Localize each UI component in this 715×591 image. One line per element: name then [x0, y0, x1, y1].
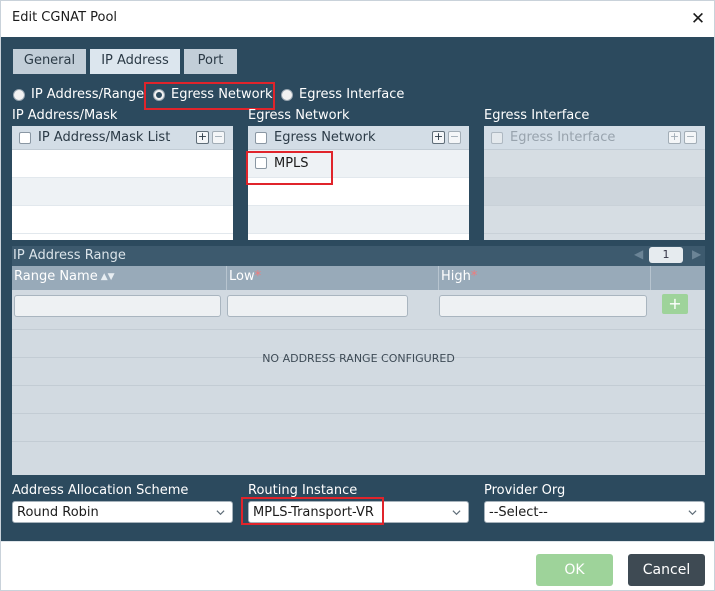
dialog-title-bar: Edit CGNAT Pool ✕ [1, 1, 714, 37]
tab-port[interactable]: Port [184, 49, 237, 74]
range-name-filter-input[interactable] [14, 295, 221, 317]
table-row-divider [12, 441, 705, 442]
range-title: IP Address Range [13, 248, 126, 263]
column-header-high: High* [441, 269, 478, 284]
list-item [248, 206, 469, 234]
minus-icon: − [684, 130, 697, 144]
ip-mask-list-header-label: IP Address/Mask List [38, 130, 171, 145]
chevron-down-icon [688, 510, 697, 516]
list-item [484, 150, 705, 178]
ip-mask-select-all-checkbox[interactable] [19, 132, 31, 144]
egress-interface-list-header-label: Egress Interface [510, 130, 616, 145]
table-row-divider [12, 329, 705, 330]
ip-address-range-panel: IP Address Range ◀ 1 ▶ Range Name ▲▼ Low*… [12, 246, 705, 475]
pager-prev-icon[interactable]: ◀ [634, 247, 643, 261]
range-title-bar: IP Address Range ◀ 1 ▶ [12, 246, 705, 266]
list-item [12, 178, 233, 206]
egress-network-select-all-checkbox[interactable] [255, 132, 267, 144]
list-item [12, 150, 233, 178]
add-range-button[interactable]: + [662, 294, 688, 314]
provider-org-select[interactable]: --Select-- [484, 501, 705, 523]
low-filter-input[interactable] [227, 295, 408, 317]
tab-general[interactable]: General [13, 49, 86, 74]
cancel-button[interactable]: Cancel [628, 554, 705, 586]
no-range-message: NO ADDRESS RANGE CONFIGURED [262, 352, 455, 365]
column-header-low: Low* [229, 269, 262, 284]
egress-network-list-header-label: Egress Network [274, 130, 376, 145]
pager-next-icon[interactable]: ▶ [692, 247, 701, 261]
address-type-radio-group: IP Address/Range Egress Network Egress I… [1, 86, 714, 108]
minus-icon[interactable]: − [212, 131, 225, 144]
egress-interface-list: Egress Interface + − [484, 126, 705, 240]
pager-page-number: 1 [649, 247, 683, 263]
plus-icon[interactable]: + [432, 131, 445, 144]
dialog-title: Edit CGNAT Pool [12, 10, 118, 25]
table-row-divider [12, 413, 705, 414]
tab-ip-address[interactable]: IP Address [90, 49, 180, 74]
radio-ip-address-range[interactable] [13, 89, 25, 101]
egress-interface-list-header: Egress Interface + − [484, 126, 705, 150]
chevron-down-icon [452, 510, 461, 516]
column-divider [650, 266, 651, 290]
radio-label-egress-interface[interactable]: Egress Interface [299, 87, 404, 102]
list-item [484, 206, 705, 234]
provider-org-value: --Select-- [489, 505, 548, 520]
sort-icon[interactable]: ▲▼ [101, 272, 115, 282]
ip-mask-list: IP Address/Mask List + − [12, 126, 233, 240]
radio-egress-interface[interactable] [281, 89, 293, 101]
dialog-footer: OK Cancel [1, 541, 714, 590]
chevron-down-icon [216, 510, 225, 516]
routing-instance-label: Routing Instance [248, 483, 358, 498]
egress-interface-section-label: Egress Interface [484, 108, 590, 123]
plus-icon: + [668, 130, 681, 144]
range-column-headers: Range Name ▲▼ Low* High* [12, 266, 705, 290]
egress-network-section-label: Egress Network [248, 108, 350, 123]
egress-network-list-header: Egress Network + − [248, 126, 469, 150]
radio-label-ip-address-range[interactable]: IP Address/Range [31, 87, 144, 102]
ok-button[interactable]: OK [536, 554, 613, 586]
plus-icon[interactable]: + [196, 131, 209, 144]
column-header-range-name[interactable]: Range Name ▲▼ [14, 269, 115, 284]
highlight-routing-instance [241, 497, 384, 525]
ip-mask-section-label: IP Address/Mask [12, 108, 118, 123]
egress-interface-select-all-checkbox [491, 132, 503, 144]
ip-mask-list-header: IP Address/Mask List + − [12, 126, 233, 150]
allocation-scheme-label: Address Allocation Scheme [12, 483, 189, 498]
list-item [484, 178, 705, 206]
column-divider [438, 266, 439, 290]
table-row-divider [12, 385, 705, 386]
highlight-egress-network-radio [144, 82, 275, 110]
minus-icon[interactable]: − [448, 131, 461, 144]
highlight-mpls-row [246, 151, 333, 185]
allocation-scheme-value: Round Robin [17, 505, 99, 520]
dialog-body: General IP Address Port IP Address/Range… [1, 37, 714, 541]
close-icon[interactable]: ✕ [690, 10, 706, 28]
provider-org-label: Provider Org [484, 483, 566, 498]
edit-cgnat-pool-dialog: Edit CGNAT Pool ✕ General IP Address Por… [0, 0, 715, 591]
allocation-scheme-select[interactable]: Round Robin [12, 501, 233, 523]
column-divider [226, 266, 227, 290]
high-filter-input[interactable] [439, 295, 647, 317]
list-item [12, 206, 233, 234]
